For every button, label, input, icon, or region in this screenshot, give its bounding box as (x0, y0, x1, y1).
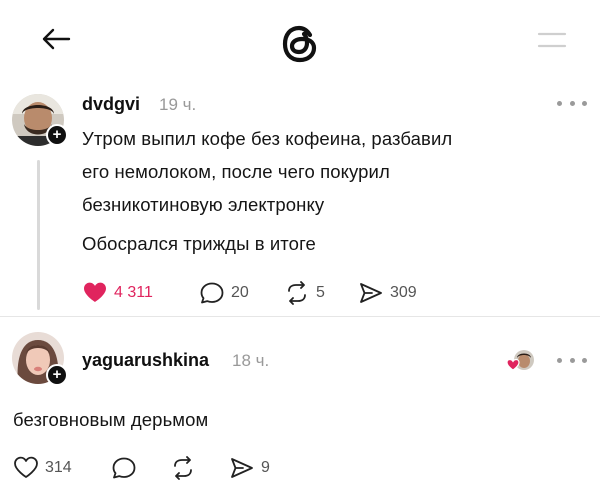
post-time: 19 ч. (159, 95, 197, 114)
heart-filled-icon (84, 282, 106, 302)
repost-button[interactable] (170, 456, 196, 480)
more-options-icon[interactable] (557, 97, 587, 109)
repost-icon (174, 456, 192, 480)
thread-line (37, 160, 40, 310)
menu-button[interactable] (535, 28, 569, 52)
post-text-line: Утром выпил кофе без кофеина, разбавил (82, 128, 453, 149)
divider (0, 316, 600, 317)
send-icon (360, 283, 382, 303)
more-options-icon[interactable] (557, 354, 587, 366)
like-button[interactable]: 4 311 (82, 281, 153, 304)
post-text-line: безникотиновую электронку (82, 194, 325, 215)
follow-plus-icon[interactable]: + (46, 364, 68, 386)
like-button[interactable]: 314 (13, 456, 72, 479)
send-icon (231, 458, 253, 478)
like-count: 4 311 (114, 283, 153, 301)
reply-time: 18 ч. (232, 351, 270, 370)
back-button[interactable] (38, 24, 74, 54)
comment-icon (112, 457, 136, 479)
comment-count: 20 (231, 284, 249, 301)
threads-logo[interactable] (277, 21, 323, 67)
reply-text: безговновым дерьмом (13, 409, 209, 430)
post-text: Утром выпил кофе без кофеина, разбавил е… (82, 122, 582, 221)
share-count: 9 (261, 459, 270, 476)
repost-button[interactable]: 5 (284, 281, 325, 305)
post-username[interactable]: dvdgvi (82, 94, 140, 115)
share-button[interactable]: 9 (229, 456, 270, 480)
reply-username[interactable]: yaguarushkina (82, 350, 209, 371)
comment-icon (200, 282, 224, 304)
arrow-left-icon (42, 28, 71, 50)
top-bar (0, 0, 600, 78)
follow-plus-icon[interactable]: + (46, 124, 68, 146)
post-text-second-paragraph: Обосрался трижды в итоге (82, 233, 316, 254)
repost-icon (288, 281, 306, 305)
like-count: 314 (45, 458, 72, 476)
post-text-line: его немолоком, после чего покурил (82, 161, 390, 182)
heart-outline-icon (14, 456, 38, 478)
comment-button[interactable] (111, 456, 137, 480)
liked-by-author-avatar (504, 349, 536, 373)
comment-button[interactable]: 20 (199, 281, 249, 305)
repost-count: 5 (316, 284, 325, 301)
share-count: 309 (390, 284, 417, 301)
share-button[interactable]: 309 (358, 281, 417, 305)
menu-icon (537, 32, 567, 48)
